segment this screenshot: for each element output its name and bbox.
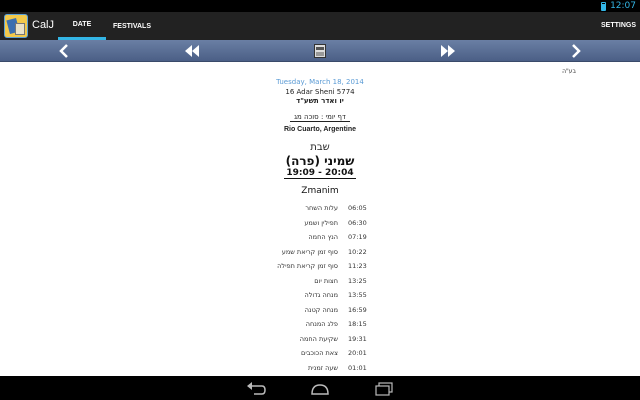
battery-icon: [601, 1, 607, 11]
zmanim-row: סוף זמן קריאת תפילה 11:23: [0, 260, 640, 275]
candle-times: 19:09 - 20:04: [0, 168, 640, 179]
zman-time: 07:19: [348, 233, 367, 241]
settings-button[interactable]: SETTINGS: [601, 22, 636, 29]
zman-name: צאת הכוכבים: [301, 349, 338, 357]
zman-time: 06:05: [348, 204, 367, 212]
zmanim-row: שקיעת החמה 19:31: [0, 333, 640, 348]
zman-time: 13:25: [348, 276, 367, 285]
zman-time: 18:15: [348, 320, 367, 328]
zman-name: הנץ החמה: [308, 233, 338, 241]
gregorian-date[interactable]: Tuesday, March 18, 2014: [0, 78, 640, 86]
zman-time: 10:22: [348, 247, 367, 256]
app-title: CalJ: [32, 19, 55, 31]
zman-time: 01:01: [348, 363, 367, 372]
tab-date[interactable]: DATE: [58, 12, 106, 40]
candle-times-text: 19:09 - 20:04: [284, 168, 356, 179]
zman-time: 19:31: [348, 334, 367, 343]
zman-time: 06:30: [348, 218, 367, 227]
hebrew-date: 16 Adar Sheni 5774: [285, 88, 355, 96]
corner-label: בע"ה: [562, 68, 576, 75]
zmanim-row: צאת הכוכבים 20:01: [0, 347, 640, 362]
back-icon[interactable]: [246, 381, 266, 395]
zmanim-row: הנץ החמה 07:19: [0, 231, 640, 246]
status-bar: 12:07: [0, 0, 640, 12]
zman-name: סוף זמן קריאת שמע: [281, 247, 338, 256]
day-content: בע"ה Tuesday, March 18, 2014 16 Adar She…: [0, 62, 640, 376]
tab-festivals[interactable]: FESTIVALS: [106, 12, 158, 40]
parasha: שמיני (פרה): [285, 154, 355, 168]
zman-name: עלות השחר: [305, 204, 338, 212]
zman-name: שקיעת החמה: [299, 334, 338, 343]
system-nav-bar: [0, 376, 640, 400]
chevron-right-icon[interactable]: [564, 40, 588, 62]
zmanim-row: תפילין ושמע 06:30: [0, 217, 640, 232]
zmanim-row: שעה זמנית 01:01: [0, 362, 640, 377]
zman-name: שעה זמנית: [308, 363, 338, 372]
calendar-icon[interactable]: [308, 40, 332, 62]
action-bar: CalJ DATE FESTIVALS SETTINGS: [0, 12, 640, 40]
daf-yomi-text: דף יומי : סוכה מג: [290, 113, 350, 122]
home-icon[interactable]: [310, 381, 330, 395]
shabbat-label: שבת: [310, 142, 330, 153]
hebrew-date-he: יו ואדר תשע"ד: [296, 97, 344, 105]
location[interactable]: Rio Cuarto, Argentine: [0, 126, 640, 133]
zman-time: 13:55: [348, 291, 367, 299]
zman-time: 11:23: [348, 262, 367, 270]
daf-yomi: דף יומי : סוכה מג: [0, 113, 640, 122]
zmanim-row: פלג המנחה 18:15: [0, 318, 640, 333]
date-nav-bar: [0, 40, 640, 62]
rewind-icon[interactable]: [180, 40, 204, 62]
zman-name: חצות יום: [314, 276, 338, 285]
zmanim-row: מנחה קטנה 16:59: [0, 304, 640, 319]
zman-name: תפילין ושמע: [304, 218, 338, 227]
zman-name: מנחה קטנה: [304, 305, 338, 314]
zmanim-row: חצות יום 13:25: [0, 275, 640, 290]
status-right: 12:07: [601, 1, 636, 11]
chevron-left-icon[interactable]: [52, 40, 76, 62]
zmanim-row: סוף זמן קריאת שמע 10:22: [0, 246, 640, 261]
zman-time: 16:59: [348, 305, 367, 314]
zmanim-row: מנחה גדולה 13:55: [0, 289, 640, 304]
zmanim-row: עלות השחר 06:05: [0, 202, 640, 217]
app-logo-icon[interactable]: [4, 14, 28, 38]
zman-name: מנחה גדולה: [304, 291, 338, 299]
clock: 12:07: [610, 1, 636, 11]
zman-name: פלג המנחה: [305, 320, 338, 328]
fast-forward-icon[interactable]: [436, 40, 460, 62]
zman-name: סוף זמן קריאת תפילה: [277, 262, 338, 270]
zman-time: 20:01: [348, 349, 367, 357]
zmanim-title: Zmanim: [301, 186, 339, 196]
recent-apps-icon[interactable]: [374, 381, 394, 396]
